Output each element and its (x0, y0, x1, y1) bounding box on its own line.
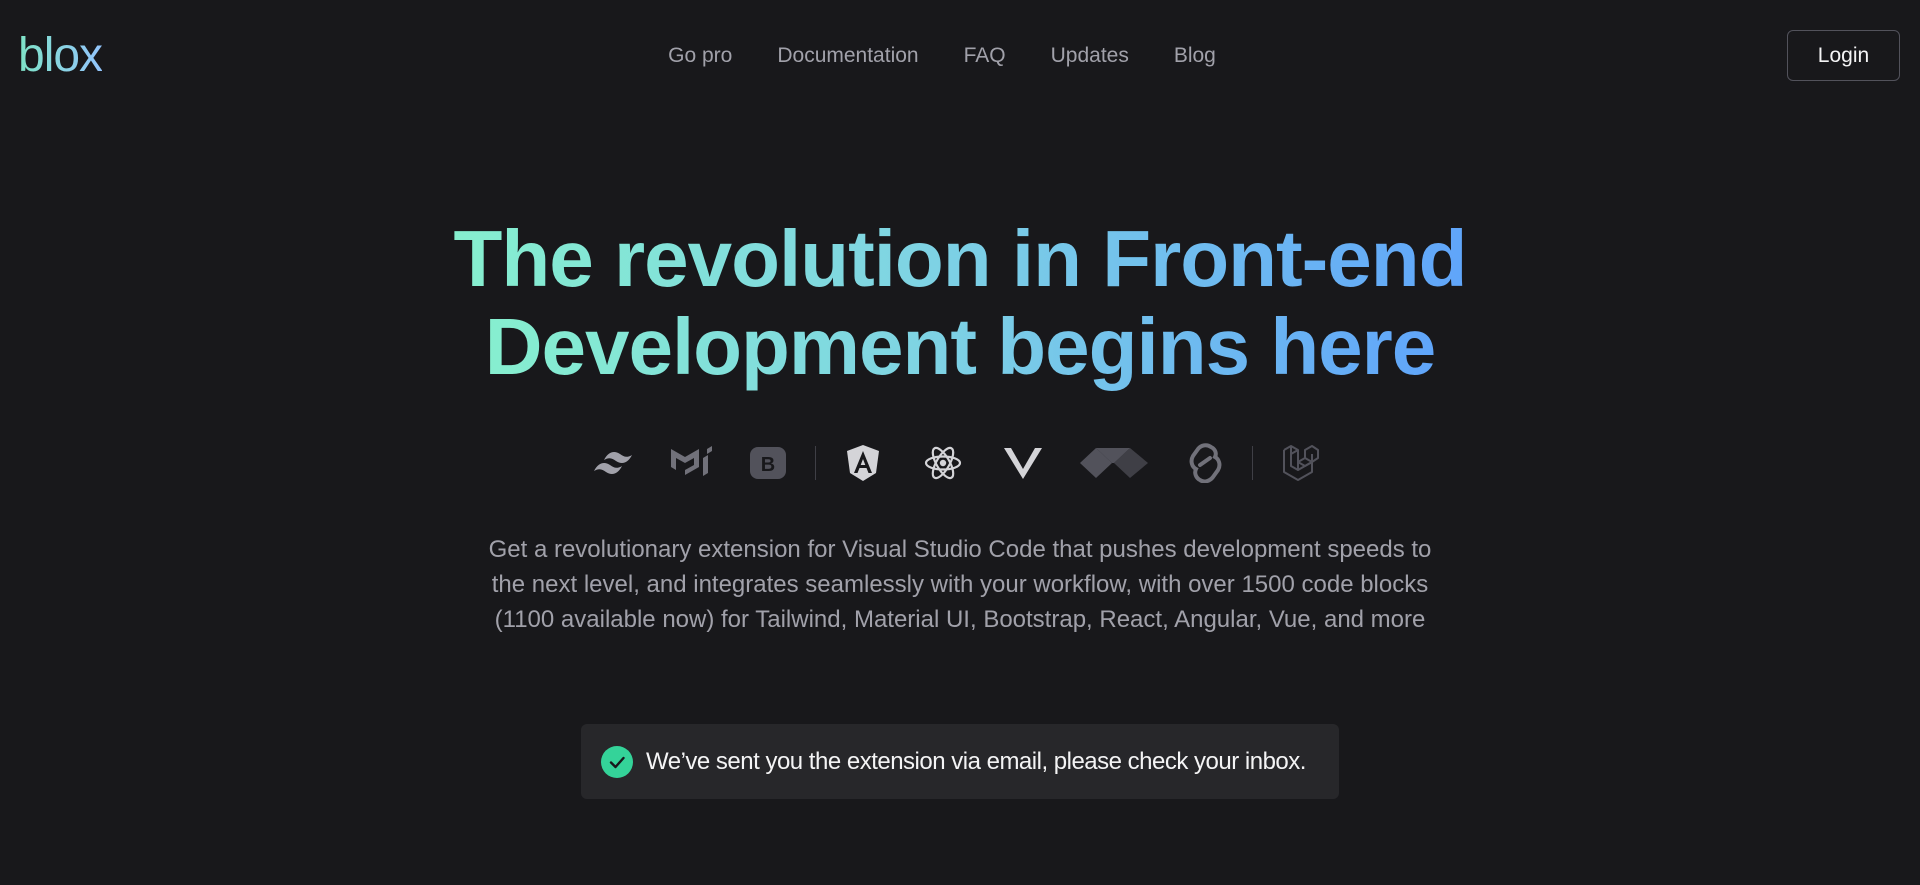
alpine-icon (1078, 438, 1150, 488)
bootstrap-icon: B (743, 438, 793, 488)
logo-divider (815, 446, 816, 480)
landing-page: blox Go pro Documentation FAQ Updates Bl… (0, 0, 1920, 885)
material-ui-icon (667, 438, 717, 488)
check-circle-icon (601, 745, 633, 778)
nav-link-blog[interactable]: Blog (1174, 40, 1216, 72)
hero-title-line-1: The revolution in Front-end (453, 214, 1468, 303)
logo-divider (1252, 446, 1253, 480)
hero-description: Get a revolutionary extension for Visual… (488, 536, 1432, 633)
hero-title: The revolution in Front-end Development … (0, 215, 1920, 391)
framework-logos: B (0, 438, 1920, 488)
vue-icon (998, 438, 1048, 488)
hero-title-line-2: Development begins here (484, 302, 1437, 391)
laravel-icon (1275, 438, 1325, 488)
nav-links: Go pro Documentation FAQ Updates Blog (668, 40, 1216, 72)
success-toast: We’ve sent you the extension via email, … (581, 724, 1339, 799)
nav-link-updates[interactable]: Updates (1051, 40, 1129, 72)
nav-link-go-pro[interactable]: Go pro (668, 40, 732, 72)
svg-text:B: B (761, 454, 775, 476)
nav-link-faq[interactable]: FAQ (964, 40, 1006, 72)
react-icon (918, 438, 968, 488)
svelte-icon (1180, 438, 1230, 488)
main-nav: Go pro Documentation FAQ Updates Blog (0, 40, 1920, 72)
toast-message: We’ve sent you the extension via email, … (646, 747, 1306, 775)
tailwind-icon (591, 438, 641, 488)
angular-icon (838, 438, 888, 488)
framework-logos-row: B (591, 438, 1325, 488)
nav-link-documentation[interactable]: Documentation (777, 40, 918, 72)
login-button[interactable]: Login (1787, 30, 1900, 81)
